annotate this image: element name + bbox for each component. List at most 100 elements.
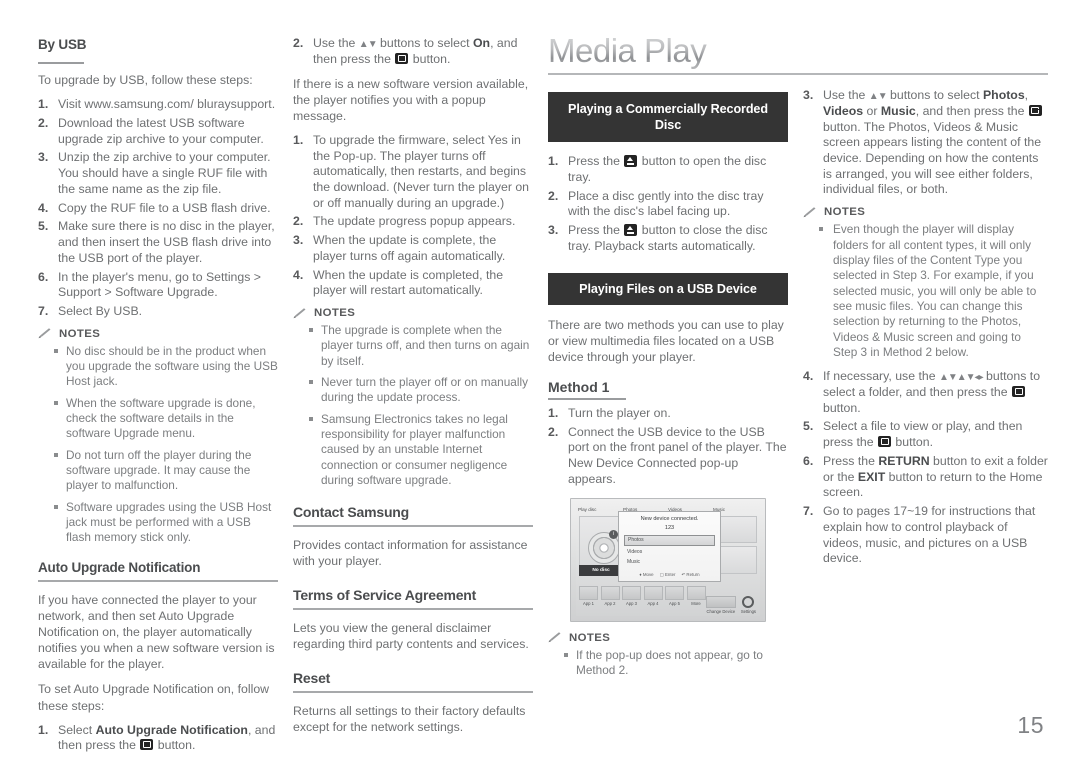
tv-app-5[interactable]: App 5 bbox=[665, 585, 684, 606]
firmware-steps: 1. To upgrade the firmware, select Yes in… bbox=[293, 133, 533, 299]
page-title: Media Play bbox=[548, 34, 1048, 75]
notes-block-by-usb: NOTES No disc should be in the product w… bbox=[38, 328, 278, 546]
step-text-tail: button. bbox=[154, 738, 196, 753]
notes-header: NOTES bbox=[548, 632, 788, 644]
notes-list: The upgrade is complete when the player … bbox=[293, 323, 533, 488]
column-2: 2. Use the ▲▼ buttons to select On, and t… bbox=[293, 36, 533, 744]
notes-list: Even though the player will display fold… bbox=[803, 222, 1048, 360]
notes-label: NOTES bbox=[569, 631, 611, 644]
list-item: 5. Select a file to view or play, and the… bbox=[803, 419, 1023, 450]
notes-header: NOTES bbox=[803, 206, 1048, 218]
method1-steps-continued: 3. Use the ▲▼ buttons to select Photos, V… bbox=[803, 88, 1048, 198]
list-item: 4. If necessary, use the ▲▼▲▼◂▸ buttons t… bbox=[803, 369, 1041, 415]
heading-contact-samsung: Contact Samsung bbox=[293, 504, 533, 528]
step-bold-music: Music bbox=[880, 103, 916, 118]
step-text-pre: Use the bbox=[313, 36, 359, 50]
tv-app-4[interactable]: App 4 bbox=[643, 585, 663, 606]
tv-tile-music-bottom[interactable] bbox=[716, 546, 757, 574]
direction-arrows-icon: ▲▼▲▼◂▸ bbox=[938, 372, 984, 384]
tv-app-2[interactable]: App 2 bbox=[600, 585, 620, 606]
tv-app-3[interactable]: App 3 bbox=[622, 585, 641, 606]
note-item: When the software upgrade is done, check… bbox=[38, 396, 278, 442]
tv-change-device[interactable]: Change Device bbox=[705, 595, 736, 614]
tv-popup-new-device: New device connected. 123 Photos Videos … bbox=[618, 510, 721, 582]
list-item: 2. Place a disc gently into the disc tray… bbox=[548, 188, 764, 219]
tv-tile-music[interactable] bbox=[716, 515, 757, 574]
list-item: 3. Unzip the zip archive to your computer… bbox=[38, 150, 271, 196]
note-item: Do not turn off the player during the so… bbox=[38, 448, 278, 494]
page-number: 15 bbox=[1017, 712, 1044, 738]
enter-button-icon bbox=[878, 436, 891, 448]
new-version-paragraph: If there is a new software version avail… bbox=[293, 76, 529, 123]
tv-app-more[interactable]: More bbox=[686, 585, 706, 606]
method1-steps-4-7: 4. If necessary, use the ▲▼▲▼◂▸ buttons t… bbox=[803, 369, 1048, 567]
step-text-pre: Select bbox=[58, 722, 96, 737]
by-usb-steps: 1. Visit www.samsung.com/ bluraysupport. … bbox=[38, 97, 278, 320]
contact-samsung-body: Provides contact information for assista… bbox=[293, 538, 528, 569]
tv-app-label: App 2 bbox=[604, 600, 616, 606]
reset-body: Returns all settings to their factory de… bbox=[293, 704, 526, 735]
step-text: To upgrade the firmware, select Yes in t… bbox=[313, 132, 530, 210]
tv-popup-device-name: 123 bbox=[664, 524, 675, 531]
chapter-title-block: Media Play bbox=[548, 34, 1048, 75]
auto-upgrade-p1: If you have connected the player to your… bbox=[38, 592, 275, 672]
continued-steps-top: 2. Use the ▲▼ buttons to select On, and t… bbox=[293, 36, 533, 68]
list-item: 2. Download the latest USB software upgra… bbox=[38, 116, 264, 146]
bar-line-2: Disc bbox=[654, 118, 682, 133]
heading-text: Reset bbox=[293, 670, 331, 687]
list-item: 3. When the update is complete, the playe… bbox=[293, 233, 506, 263]
heading-text: Auto Upgrade Notification bbox=[38, 559, 201, 575]
step-text: When the update is completed, the player… bbox=[313, 267, 504, 298]
step-text-mid: buttons to select bbox=[376, 36, 473, 50]
step-text: Visit www.samsung.com/ bluraysupport. bbox=[58, 97, 276, 112]
up-down-arrows-icon: ▲▼ bbox=[868, 91, 888, 102]
tv-app-1[interactable]: App 1 bbox=[579, 585, 598, 606]
tv-tile-music-top[interactable] bbox=[716, 515, 757, 544]
list-item: 4. Copy the RUF file to a USB flash drive… bbox=[38, 200, 271, 215]
column-4: 3. Use the ▲▼ buttons to select Photos, V… bbox=[803, 88, 1048, 575]
tv-popup-option-music[interactable]: Music bbox=[624, 558, 715, 567]
step-text: Copy the RUF file to a USB flash drive. bbox=[58, 200, 271, 215]
pencil-icon bbox=[803, 206, 817, 218]
step-text-pre: Press the bbox=[568, 223, 624, 238]
notes-label: NOTES bbox=[824, 206, 866, 219]
step-text: Place a disc gently into the disc tray w… bbox=[568, 188, 764, 219]
step-text-after: , and then press the bbox=[915, 103, 1028, 118]
enter-button-icon bbox=[140, 739, 154, 751]
list-item: 1. To upgrade the firmware, select Yes in… bbox=[293, 132, 530, 210]
notes-block-method1: NOTES If the pop-up does not appear, go … bbox=[548, 632, 788, 679]
list-item: 3. Press the button to close the disc tra… bbox=[548, 223, 768, 253]
heading-auto-upgrade-notification: Auto Upgrade Notification bbox=[38, 560, 278, 582]
list-item: 7. Select By USB. bbox=[38, 304, 143, 319]
tv-footer-enter: ▢ Enter bbox=[659, 571, 676, 577]
note-item: Never turn the player off or on manually… bbox=[293, 375, 533, 406]
tv-right-controls: Change Device Settings bbox=[705, 595, 756, 614]
enter-button-icon bbox=[395, 52, 409, 64]
tv-settings[interactable]: Settings bbox=[741, 595, 756, 614]
note-item: Software upgrades using the USB Host jac… bbox=[38, 500, 278, 546]
tv-nav-play-disc[interactable]: Play disc bbox=[578, 507, 623, 512]
column-1: By USB To upgrade by USB, follow these s… bbox=[38, 36, 278, 762]
pencil-icon bbox=[38, 328, 52, 339]
step-text-pre: Press the bbox=[823, 453, 879, 468]
tv-screen-inner: Play disc Photos Videos Music i No disc … bbox=[576, 503, 760, 616]
notes-block-content-type: NOTES Even though the player will displa… bbox=[803, 206, 1048, 360]
heading-by-usb-text: By USB bbox=[38, 37, 87, 52]
tv-bottom-bar: App 1 App 2 App 3 App 4 App 5 More Chang… bbox=[579, 585, 757, 614]
auto-upgrade-p2: To set Auto Upgrade Notification on, fol… bbox=[38, 682, 270, 713]
tv-popup-option-videos[interactable]: Videos bbox=[624, 547, 715, 556]
list-item: 2. Use the ▲▼ buttons to select On, and t… bbox=[293, 36, 518, 66]
tv-popup-footer: ♦ Move ▢ Enter ↶ Return bbox=[624, 569, 715, 578]
list-item: 5. Make sure there is no disc in the play… bbox=[38, 219, 275, 265]
notes-label: NOTES bbox=[314, 307, 356, 320]
section-bar-playing-usb: Playing Files on a USB Device bbox=[548, 272, 788, 305]
up-down-arrows-icon: ▲▼ bbox=[358, 39, 378, 50]
tv-popup-option-photos[interactable]: Photos bbox=[624, 534, 715, 546]
step-text: Unzip the zip archive to your computer. … bbox=[58, 150, 271, 196]
tv-app-label: App 5 bbox=[669, 600, 680, 606]
step-text: Make sure there is no disc in the player… bbox=[58, 219, 275, 265]
step-text-mid: buttons to select bbox=[886, 88, 983, 102]
step-text: Download the latest USB software upgrade… bbox=[58, 116, 264, 146]
eject-button-icon bbox=[624, 155, 638, 168]
bar-line-1: Playing Files on a USB Device bbox=[579, 281, 757, 296]
